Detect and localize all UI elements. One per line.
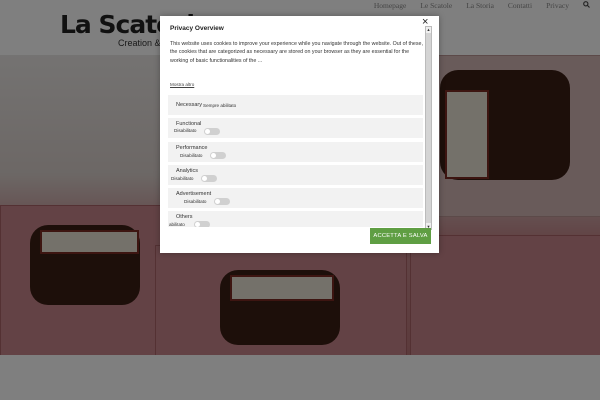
cookie-category-advertisement[interactable]: Advertisement Disabilitato: [168, 187, 423, 208]
category-name: Advertisement: [176, 190, 212, 197]
cookie-category-necessary[interactable]: Necessary Sempre abilitato: [168, 95, 423, 116]
category-status: Disabilitato: [174, 128, 197, 134]
modal-description: This website uses cookies to improve you…: [170, 41, 423, 64]
cookie-category-functional[interactable]: Functional Disabilitato: [168, 118, 423, 139]
scrollbar-thumb[interactable]: [426, 33, 431, 223]
category-name: Functional: [176, 121, 202, 128]
accept-and-save-button[interactable]: ACCETTA E SALVA: [370, 228, 431, 244]
category-status: Disabilitato: [171, 175, 194, 181]
cookie-category-performance[interactable]: Performance Disabilitato: [168, 141, 423, 162]
modal-scrollbar[interactable]: ▲ ▼: [425, 26, 432, 230]
modal-scroll-area[interactable]: Privacy Overview This website uses cooki…: [168, 24, 425, 227]
cookie-category-others[interactable]: Others abilitato: [168, 211, 423, 227]
category-name: Others: [176, 214, 193, 221]
privacy-modal: × Privacy Overview This website uses coo…: [160, 16, 439, 253]
scroll-up-icon[interactable]: ▲: [426, 27, 431, 32]
category-name: Performance: [176, 144, 208, 151]
performance-toggle[interactable]: [210, 151, 226, 159]
advertisement-toggle[interactable]: [214, 197, 230, 205]
category-status: Disabilitato: [180, 152, 203, 158]
functional-toggle[interactable]: [204, 128, 220, 136]
category-status: Sempre abilitato: [203, 103, 237, 109]
show-more-link[interactable]: Mostra altro: [170, 82, 194, 87]
modal-title: Privacy Overview: [170, 25, 224, 32]
category-status: abilitato: [169, 222, 185, 227]
cookie-category-analytics[interactable]: Analytics Disabilitato: [168, 164, 423, 185]
others-toggle[interactable]: [194, 221, 210, 227]
category-status: Disabilitato: [184, 198, 207, 204]
category-name: Analytics: [176, 167, 199, 174]
analytics-toggle[interactable]: [201, 174, 217, 182]
category-name: Necessary: [176, 102, 202, 109]
